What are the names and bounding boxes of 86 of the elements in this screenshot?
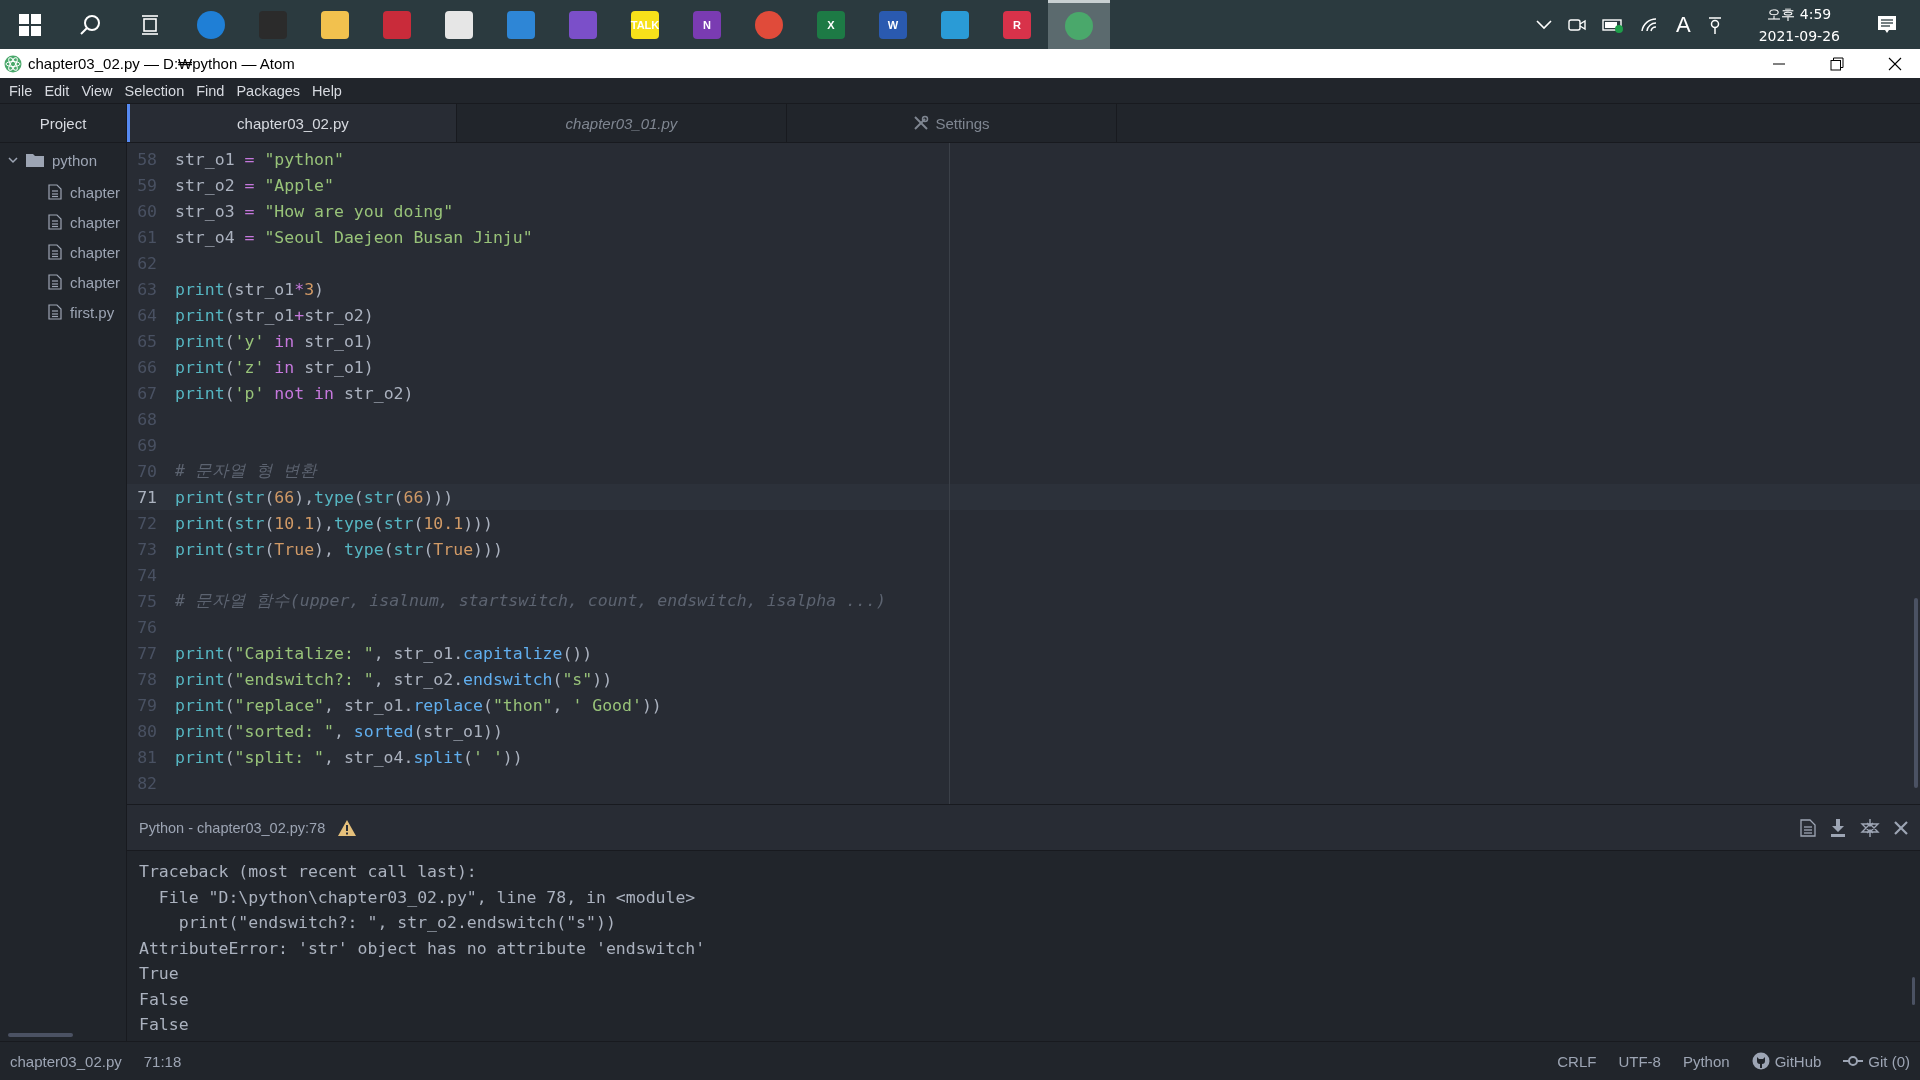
status-item[interactable]: Git (0) — [1843, 1052, 1910, 1070]
menu-item[interactable]: File — [3, 82, 39, 99]
file-icon — [48, 244, 62, 260]
clock-date[interactable]: 2021-09-26 — [1758, 24, 1840, 47]
taskbar-app[interactable]: N — [676, 0, 738, 49]
restore-icon[interactable] — [1830, 56, 1844, 71]
tree-folder[interactable]: python — [52, 151, 98, 169]
github-icon — [1751, 1052, 1770, 1070]
code-line: print("replace", str_o1.replace("thon", ' Good')) — [175, 695, 662, 715]
code-line: # 문자열 형 변환 — [175, 460, 317, 482]
editor-tab[interactable]: Settings — [787, 104, 1117, 142]
output-line: True — [139, 963, 180, 985]
clock-time[interactable]: 오후 4:59 — [1767, 2, 1832, 25]
code-line: print('p' not in str_o2) — [175, 383, 414, 403]
editor-tab[interactable]: chapter03_02.py — [127, 104, 457, 142]
code-line: str_o2 = "Apple" — [175, 175, 334, 195]
scrollbar[interactable] — [1914, 598, 1918, 788]
menu-item[interactable]: Help — [306, 82, 348, 99]
cursor-position[interactable]: 71:18 — [143, 1052, 182, 1070]
code-line: print(str(66),type(str(66))) — [175, 487, 454, 507]
menu-item[interactable]: Selection — [118, 82, 191, 99]
output-line: Traceback (most recent call last): — [139, 861, 478, 883]
tree-file[interactable]: chapter — [70, 213, 121, 231]
keyboard-mode-icon[interactable] — [1706, 14, 1723, 35]
code-line: print("Capitalize: ", str_o1.capitalize()) — [175, 643, 593, 663]
ime-indicator[interactable]: A — [1675, 11, 1691, 38]
tree-file[interactable]: chapter — [70, 243, 121, 261]
status-item[interactable]: Python — [1682, 1052, 1730, 1070]
download-icon[interactable] — [1830, 817, 1846, 838]
status-item[interactable]: CRLF — [1557, 1052, 1597, 1070]
output-line: False — [139, 1014, 190, 1036]
editor-tab[interactable]: chapter03_01.py — [457, 104, 787, 142]
chevron-icon[interactable] — [8, 155, 18, 165]
tree-file[interactable]: chapter — [70, 273, 121, 291]
chevron-icon[interactable] — [1535, 19, 1552, 30]
output-line: AttributeError: 'str' object has no attribute 'endswitch' — [139, 937, 707, 960]
code-line: print("endswitch?: ", str_o2.endswitch("s")) — [175, 669, 613, 689]
file-icon — [48, 274, 62, 290]
panel-title: Python - chapter03_02.py:78 — [139, 819, 326, 836]
taskbar-app[interactable]: R — [986, 0, 1048, 49]
close-icon[interactable] — [1888, 56, 1902, 71]
project-tab[interactable]: Project — [39, 114, 87, 132]
code-line: print('z' in str_o1) — [175, 357, 374, 377]
code-line: print(str(True), type(str(True))) — [175, 539, 503, 559]
tree-file[interactable]: first.py — [70, 303, 115, 321]
output-line: False — [139, 988, 190, 1011]
git-commit-icon — [1843, 1055, 1864, 1067]
menu-item[interactable]: Find — [190, 82, 231, 99]
window-title: chapter03_02.py — D:₩python — Atom — [28, 55, 295, 72]
code-line: print("sorted: ", sorted(str_o1)) — [175, 721, 503, 741]
atom-logo-icon — [4, 54, 22, 73]
taskbar-app[interactable]: W — [862, 0, 924, 49]
windows-start-icon[interactable] — [19, 13, 41, 36]
tools-icon — [913, 115, 930, 131]
output-line: print("endswitch?: ", str_o2.endswitch("s")) — [177, 912, 617, 934]
code-line: print(str_o1+str_o2) — [175, 305, 374, 325]
code-line: print('y' in str_o1) — [175, 331, 374, 351]
status-file[interactable]: chapter03_02.py — [10, 1052, 122, 1070]
collapse-icon[interactable] — [1860, 817, 1880, 838]
menu-item[interactable]: View — [75, 82, 119, 99]
output-line: File "D:\python\chapter03_02.py", line 78, in <module> — [157, 886, 697, 909]
code-line: print(str(10.1),type(str(10.1))) — [175, 513, 493, 533]
code-line: str_o1 = "python" — [175, 149, 344, 169]
document-icon[interactable] — [1800, 818, 1816, 837]
battery-icon[interactable] — [1601, 16, 1624, 33]
close-icon[interactable] — [1894, 820, 1908, 835]
code-line: print(str_o1*3) — [175, 279, 325, 299]
file-icon — [48, 184, 62, 200]
menu-item[interactable]: Edit — [38, 82, 76, 99]
line-number: 71 — [136, 487, 157, 507]
file-icon — [48, 304, 62, 320]
status-item[interactable]: GitHub — [1751, 1052, 1822, 1070]
menu-item[interactable]: Packages — [230, 82, 307, 99]
scrollbar[interactable] — [1912, 977, 1915, 1005]
search-icon[interactable] — [79, 13, 101, 36]
task-view-icon[interactable] — [139, 13, 161, 36]
tree-file[interactable]: chapter — [70, 183, 121, 201]
code-line: print("split: ", str_o4.split(' ')) — [175, 747, 523, 767]
taskbar-app[interactable]: X — [800, 0, 862, 49]
file-icon — [48, 214, 62, 230]
status-item[interactable]: UTF-8 — [1618, 1052, 1661, 1070]
code-line: # 문자열 함수(upper, isalnum, startswitch, count, endswitch, isalpha ...) — [175, 590, 886, 612]
code-line: str_o4 = "Seoul Daejeon Busan Jinju" — [175, 227, 533, 247]
folder-icon — [26, 153, 44, 167]
code-line: str_o3 = "How are you doing" — [175, 201, 454, 221]
camera-icon[interactable] — [1567, 16, 1586, 33]
